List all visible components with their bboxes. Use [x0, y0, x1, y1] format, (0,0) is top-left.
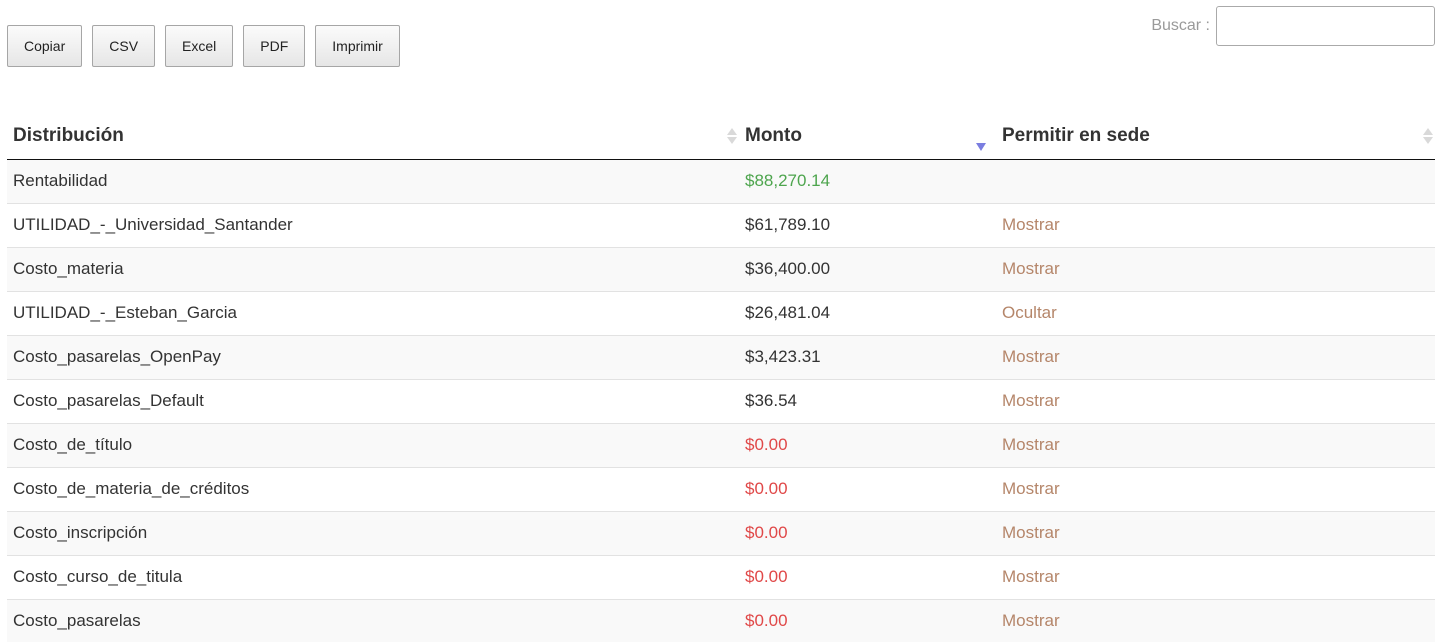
table-row: Rentabilidad $88,270.14 — [7, 159, 1435, 204]
table-row: Costo_de_materia_de_créditos $0.00 Mostr… — [7, 467, 1435, 512]
visibility-cell: Mostrar — [996, 511, 1435, 556]
table-row: Costo_pasarelas $0.00 Mostrar — [7, 599, 1435, 642]
amount-value: $0.00 — [739, 599, 996, 642]
export-toolbar: Copiar CSV Excel PDF Imprimir — [7, 25, 400, 67]
show-link[interactable]: Mostrar — [1002, 523, 1060, 542]
amount-value: $88,270.14 — [739, 159, 996, 204]
table-row: UTILIDAD_-_Universidad_Santander $61,789… — [7, 203, 1435, 248]
show-link[interactable]: Mostrar — [1002, 479, 1060, 498]
distribution-name: UTILIDAD_-_Esteban_Garcia — [7, 291, 739, 336]
table-row: Costo_pasarelas_Default $36.54 Mostrar — [7, 379, 1435, 424]
amount-value: $0.00 — [739, 511, 996, 556]
visibility-cell: Mostrar — [996, 555, 1435, 600]
sort-both-icon — [1423, 128, 1433, 145]
amount-value: $0.00 — [739, 423, 996, 468]
excel-button[interactable]: Excel — [165, 25, 234, 67]
amount-value: $36.54 — [739, 379, 996, 424]
hide-link[interactable]: Ocultar — [1002, 303, 1057, 322]
show-link[interactable]: Mostrar — [1002, 347, 1060, 366]
table-row: Costo_curso_de_titula $0.00 Mostrar — [7, 555, 1435, 600]
sort-descending-icon — [976, 143, 986, 151]
table-row: UTILIDAD_-_Esteban_Garcia $26,481.04 Ocu… — [7, 291, 1435, 336]
search-label: Buscar : — [1151, 17, 1210, 34]
pdf-button[interactable]: PDF — [243, 25, 306, 67]
amount-value: $36,400.00 — [739, 247, 996, 292]
print-button[interactable]: Imprimir — [315, 25, 400, 67]
column-header-monto[interactable]: Monto — [739, 114, 996, 160]
search-input[interactable] — [1216, 6, 1435, 46]
show-link[interactable]: Mostrar — [1002, 215, 1060, 234]
visibility-cell: Mostrar — [996, 379, 1435, 424]
show-link[interactable]: Mostrar — [1002, 391, 1060, 410]
show-link[interactable]: Mostrar — [1002, 259, 1060, 278]
visibility-cell: Mostrar — [996, 203, 1435, 248]
column-header-label: Monto — [745, 125, 802, 147]
amount-value: $61,789.10 — [739, 203, 996, 248]
csv-button[interactable]: CSV — [92, 25, 156, 67]
distribution-name: Costo_pasarelas_OpenPay — [7, 335, 739, 380]
amount-value: $3,423.31 — [739, 335, 996, 380]
distribution-name: Costo_de_materia_de_créditos — [7, 467, 739, 512]
amount-value: $26,481.04 — [739, 291, 996, 336]
column-header-label: Distribución — [13, 125, 124, 147]
distribution-name: Costo_materia — [7, 247, 739, 292]
visibility-cell: Mostrar — [996, 599, 1435, 642]
table-row: Costo_materia $36,400.00 Mostrar — [7, 247, 1435, 292]
visibility-cell — [996, 159, 1435, 204]
distribution-name: Costo_pasarelas_Default — [7, 379, 739, 424]
table-row: Costo_pasarelas_OpenPay $3,423.31 Mostra… — [7, 335, 1435, 380]
show-link[interactable]: Mostrar — [1002, 567, 1060, 586]
table-row: Costo_inscripción $0.00 Mostrar — [7, 511, 1435, 556]
search-box: Buscar : — [1151, 6, 1435, 46]
table-row: Costo_de_título $0.00 Mostrar — [7, 423, 1435, 468]
page: Copiar CSV Excel PDF Imprimir Buscar : D… — [0, 0, 1443, 642]
amount-value: $0.00 — [739, 467, 996, 512]
distribution-name: Costo_pasarelas — [7, 599, 739, 642]
table-header-row: Distribución Monto Permitir en sede — [7, 114, 1435, 160]
amount-value: $0.00 — [739, 555, 996, 600]
show-link[interactable]: Mostrar — [1002, 435, 1060, 454]
visibility-cell: Mostrar — [996, 467, 1435, 512]
distribution-name: Costo_curso_de_titula — [7, 555, 739, 600]
visibility-cell: Mostrar — [996, 247, 1435, 292]
sort-both-icon — [727, 128, 737, 145]
distribution-name: UTILIDAD_-_Universidad_Santander — [7, 203, 739, 248]
distribution-table: Distribución Monto Permitir en sede Rent… — [7, 114, 1435, 642]
visibility-cell: Mostrar — [996, 335, 1435, 380]
distribution-name: Rentabilidad — [7, 159, 739, 204]
distribution-name: Costo_inscripción — [7, 511, 739, 556]
copy-button[interactable]: Copiar — [7, 25, 83, 67]
show-link[interactable]: Mostrar — [1002, 611, 1060, 630]
distribution-name: Costo_de_título — [7, 423, 739, 468]
visibility-cell: Mostrar — [996, 423, 1435, 468]
column-header-distribucion[interactable]: Distribución — [7, 114, 739, 160]
column-header-label: Permitir en sede — [1002, 125, 1150, 147]
visibility-cell: Ocultar — [996, 291, 1435, 336]
column-header-permitir-en-sede[interactable]: Permitir en sede — [996, 114, 1435, 160]
